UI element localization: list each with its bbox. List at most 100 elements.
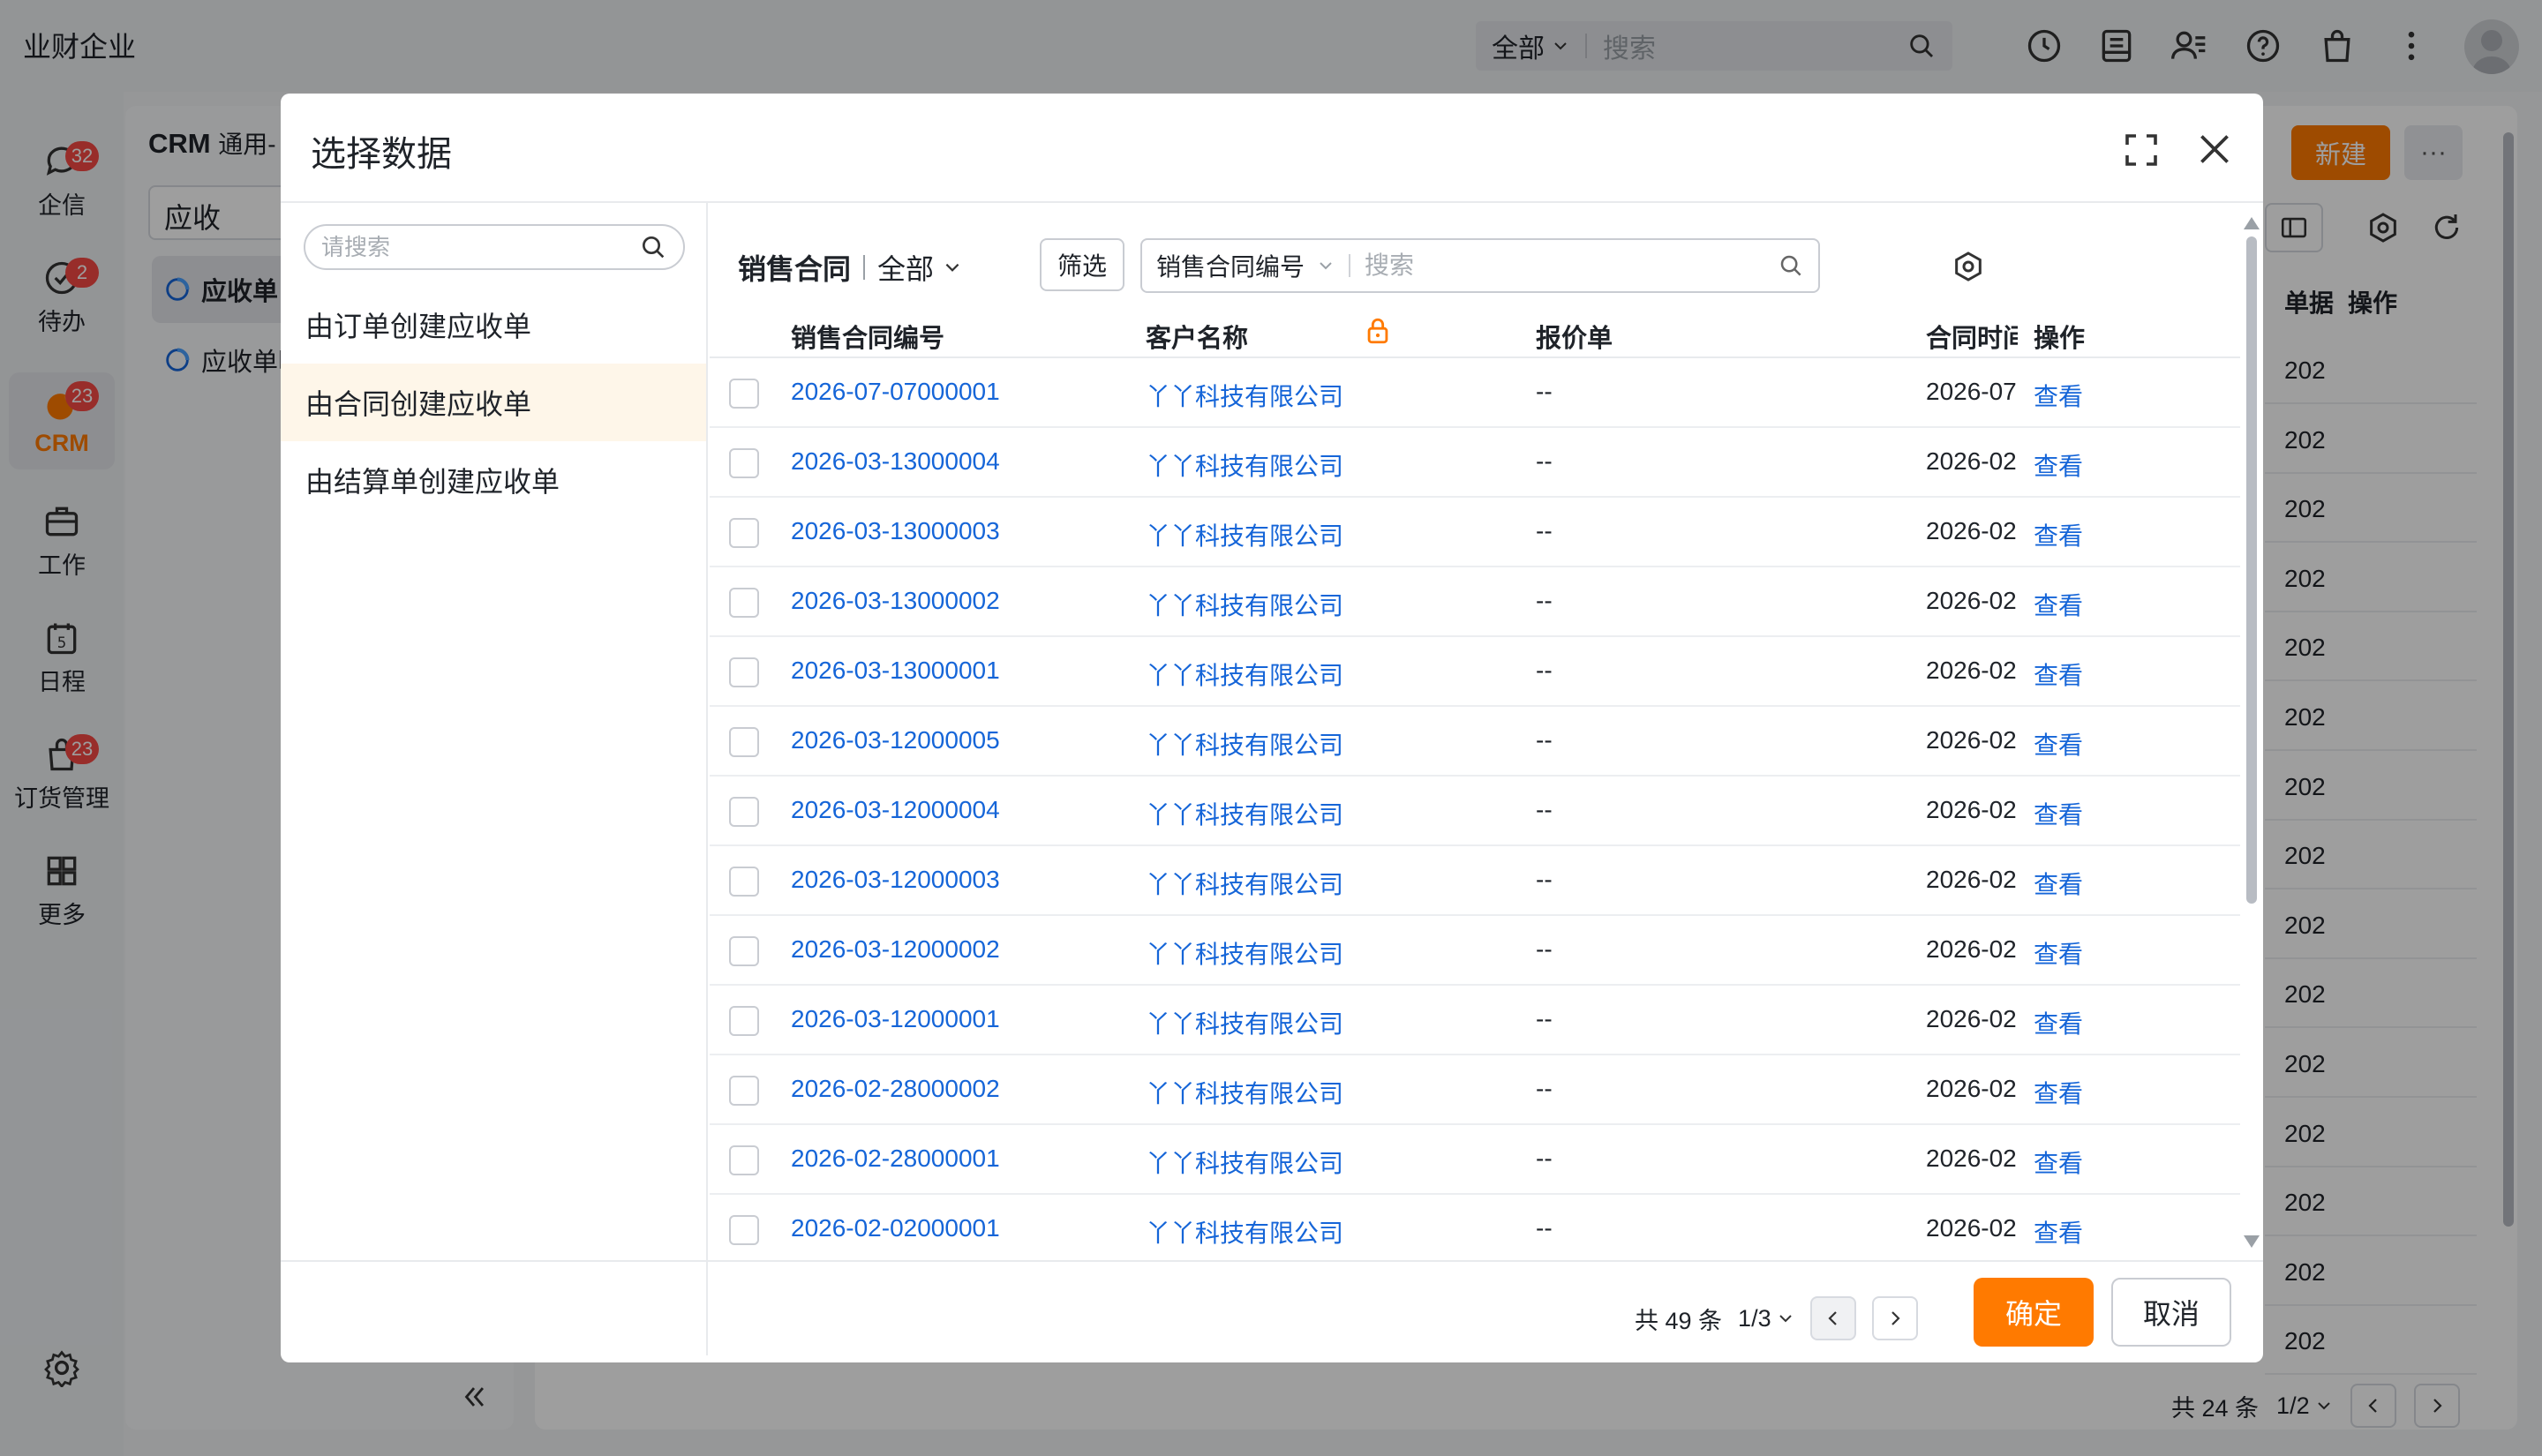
row-checkbox[interactable] bbox=[729, 936, 759, 966]
table-search-input[interactable] bbox=[1365, 251, 1778, 280]
view-link[interactable]: 查看 bbox=[2034, 1005, 2083, 1040]
customer-name-link[interactable]: 丫丫科技有限公司 bbox=[1146, 587, 1343, 622]
prev-page-button[interactable] bbox=[1809, 1296, 1856, 1340]
customer-name-link[interactable]: 丫丫科技有限公司 bbox=[1146, 1145, 1343, 1180]
search-icon[interactable] bbox=[639, 233, 667, 261]
data-source-header: 销售合同 全部 bbox=[738, 247, 962, 288]
column-settings-icon[interactable] bbox=[1951, 249, 1986, 284]
table-row[interactable]: 2026-03-13000003 丫丫科技有限公司 -- 2026-02 查看 bbox=[710, 498, 2240, 567]
select-data-dialog: 选择数据 由订单创建应收单 由合同创建应收单 由结算单创建应收单 销售合同 全部… bbox=[281, 94, 2263, 1362]
confirm-button[interactable]: 确定 bbox=[1974, 1278, 2094, 1347]
source-item-settlement[interactable]: 由结算单创建应收单 bbox=[281, 441, 706, 519]
view-link[interactable]: 查看 bbox=[2034, 1214, 2083, 1250]
scope-select[interactable]: 全部 bbox=[877, 247, 962, 288]
filter-button[interactable]: 筛选 bbox=[1040, 238, 1124, 291]
row-checkbox[interactable] bbox=[729, 657, 759, 687]
table-row[interactable]: 2026-03-12000005 丫丫科技有限公司 -- 2026-02 查看 bbox=[710, 707, 2240, 777]
table-row[interactable]: 2026-07-07000001 丫丫科技有限公司 -- 2026-07 查看 bbox=[710, 358, 2240, 428]
customer-name-link[interactable]: 丫丫科技有限公司 bbox=[1146, 1214, 1343, 1250]
customer-name-link[interactable]: 丫丫科技有限公司 bbox=[1146, 796, 1343, 831]
next-page-button[interactable] bbox=[1871, 1296, 1918, 1340]
source-search-input[interactable] bbox=[321, 233, 639, 261]
customer-name-link[interactable]: 丫丫科技有限公司 bbox=[1146, 726, 1343, 762]
table-row[interactable]: 2026-03-13000004 丫丫科技有限公司 -- 2026-02 查看 bbox=[710, 428, 2240, 498]
row-checkbox[interactable] bbox=[729, 588, 759, 618]
row-checkbox[interactable] bbox=[729, 797, 759, 827]
contract-code-link[interactable]: 2026-03-13000002 bbox=[791, 587, 1000, 615]
view-link[interactable]: 查看 bbox=[2034, 1075, 2083, 1110]
row-checkbox[interactable] bbox=[729, 1076, 759, 1106]
table-row[interactable]: 2026-02-02000001 丫丫科技有限公司 -- 2026-02 查看 bbox=[710, 1195, 2240, 1253]
contract-code-link[interactable]: 2026-02-02000001 bbox=[791, 1214, 1000, 1242]
table-row[interactable]: 2026-02-28000001 丫丫科技有限公司 -- 2026-02 查看 bbox=[710, 1125, 2240, 1195]
row-checkbox[interactable] bbox=[729, 1006, 759, 1036]
table-search[interactable]: 销售合同编号 bbox=[1140, 238, 1820, 293]
row-checkbox[interactable] bbox=[729, 867, 759, 897]
table-body: 2026-07-07000001 丫丫科技有限公司 -- 2026-07 查看 2026-… bbox=[710, 358, 2240, 1253]
contract-code-link[interactable]: 2026-03-12000005 bbox=[791, 726, 1000, 754]
contract-code-link[interactable]: 2026-03-13000003 bbox=[791, 517, 1000, 545]
table-row[interactable]: 2026-03-12000002 丫丫科技有限公司 -- 2026-02 查看 bbox=[710, 916, 2240, 986]
column-header-code[interactable]: 销售合同编号 bbox=[791, 318, 944, 355]
table-row[interactable]: 2026-03-12000001 丫丫科技有限公司 -- 2026-02 查看 bbox=[710, 986, 2240, 1055]
view-link[interactable]: 查看 bbox=[2034, 587, 2083, 622]
contract-code-link[interactable]: 2026-03-12000004 bbox=[791, 796, 1000, 824]
table-row[interactable]: 2026-03-13000002 丫丫科技有限公司 -- 2026-02 查看 bbox=[710, 567, 2240, 637]
contract-code-link[interactable]: 2026-03-12000001 bbox=[791, 1005, 1000, 1033]
source-search[interactable] bbox=[304, 224, 685, 270]
contract-code-link[interactable]: 2026-03-13000004 bbox=[791, 447, 1000, 476]
contract-code-link[interactable]: 2026-02-28000001 bbox=[791, 1145, 1000, 1173]
fullscreen-icon[interactable] bbox=[2120, 129, 2162, 171]
search-field-select[interactable]: 销售合同编号 bbox=[1156, 248, 1335, 283]
contract-date-cell: 2026-02 bbox=[1926, 1145, 2017, 1172]
customer-name-link[interactable]: 丫丫科技有限公司 bbox=[1146, 517, 1343, 552]
contract-code-link[interactable]: 2026-03-12000002 bbox=[791, 935, 1000, 964]
table-row[interactable]: 2026-03-12000004 丫丫科技有限公司 -- 2026-02 查看 bbox=[710, 777, 2240, 846]
customer-name-link[interactable]: 丫丫科技有限公司 bbox=[1146, 866, 1343, 901]
view-link[interactable]: 查看 bbox=[2034, 726, 2083, 762]
scroll-down-arrow-icon[interactable] bbox=[2244, 1235, 2260, 1248]
view-link[interactable]: 查看 bbox=[2034, 657, 2083, 692]
source-item-order[interactable]: 由订单创建应收单 bbox=[281, 286, 706, 364]
customer-name-link[interactable]: 丫丫科技有限公司 bbox=[1146, 447, 1343, 483]
column-header-date[interactable]: 合同时间 bbox=[1926, 318, 2018, 355]
customer-name-link[interactable]: 丫丫科技有限公司 bbox=[1146, 1075, 1343, 1110]
contract-code-link[interactable]: 2026-02-28000002 bbox=[791, 1075, 1000, 1103]
table-row[interactable]: 2026-02-28000002 丫丫科技有限公司 -- 2026-02 查看 bbox=[710, 1055, 2240, 1125]
view-link[interactable]: 查看 bbox=[2034, 866, 2083, 901]
view-link[interactable]: 查看 bbox=[2034, 517, 2083, 552]
contract-code-link[interactable]: 2026-03-13000001 bbox=[791, 657, 1000, 685]
source-item-contract[interactable]: 由合同创建应收单 bbox=[281, 364, 706, 441]
column-header-customer[interactable]: 客户名称 bbox=[1146, 318, 1248, 355]
row-checkbox[interactable] bbox=[729, 1145, 759, 1175]
contract-date-cell: 2026-02 bbox=[1926, 587, 2017, 614]
scroll-up-arrow-icon[interactable] bbox=[2244, 217, 2260, 229]
table-row[interactable]: 2026-03-13000001 丫丫科技有限公司 -- 2026-02 查看 bbox=[710, 637, 2240, 707]
contract-code-link[interactable]: 2026-03-12000003 bbox=[791, 866, 1000, 894]
view-link[interactable]: 查看 bbox=[2034, 935, 2083, 971]
customer-name-link[interactable]: 丫丫科技有限公司 bbox=[1146, 1005, 1343, 1040]
view-link[interactable]: 查看 bbox=[2034, 447, 2083, 483]
customer-name-link[interactable]: 丫丫科技有限公司 bbox=[1146, 935, 1343, 971]
close-icon[interactable] bbox=[2192, 127, 2237, 171]
page-select[interactable]: 1/3 bbox=[1738, 1305, 1794, 1332]
scrollbar-thumb[interactable] bbox=[2246, 236, 2257, 904]
column-header-quote[interactable]: 报价单 bbox=[1536, 318, 1613, 355]
row-checkbox[interactable] bbox=[729, 1215, 759, 1245]
cancel-button[interactable]: 取消 bbox=[2111, 1278, 2231, 1347]
view-link[interactable]: 查看 bbox=[2034, 378, 2083, 413]
view-link[interactable]: 查看 bbox=[2034, 1145, 2083, 1180]
contract-date-cell: 2026-02 bbox=[1926, 796, 2017, 823]
row-checkbox[interactable] bbox=[729, 448, 759, 478]
customer-name-link[interactable]: 丫丫科技有限公司 bbox=[1146, 657, 1343, 692]
contract-code-link[interactable]: 2026-07-07000001 bbox=[791, 378, 1000, 406]
view-link[interactable]: 查看 bbox=[2034, 796, 2083, 831]
table-row[interactable]: 2026-03-12000003 丫丫科技有限公司 -- 2026-02 查看 bbox=[710, 846, 2240, 916]
customer-name-link[interactable]: 丫丫科技有限公司 bbox=[1146, 378, 1343, 413]
row-checkbox[interactable] bbox=[729, 518, 759, 548]
row-checkbox[interactable] bbox=[729, 727, 759, 757]
contract-date-cell: 2026-02 bbox=[1926, 726, 2017, 754]
row-checkbox[interactable] bbox=[729, 379, 759, 409]
table-scrollbar[interactable] bbox=[2238, 203, 2263, 1253]
search-icon[interactable] bbox=[1778, 252, 1804, 279]
